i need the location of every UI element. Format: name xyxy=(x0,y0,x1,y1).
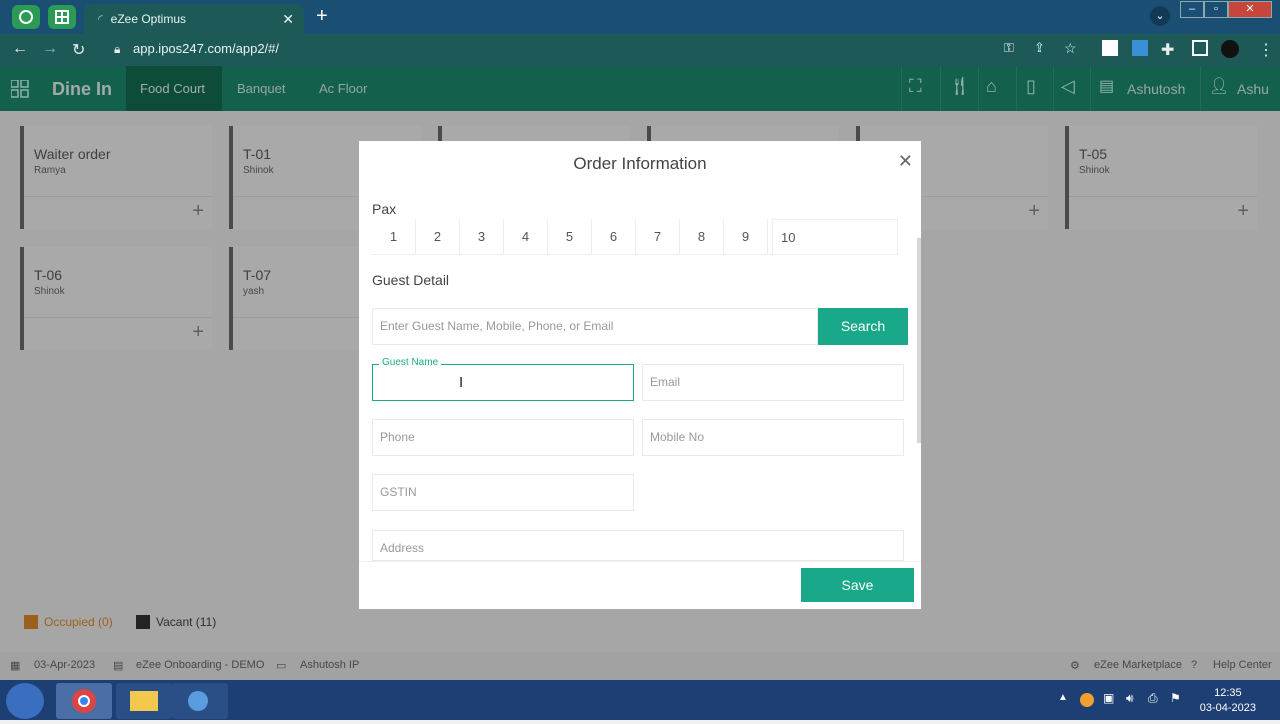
pax-option[interactable]: 8 xyxy=(680,219,724,255)
sidepanel-icon[interactable] xyxy=(1192,40,1208,56)
browser-menu-icon[interactable]: ⋮ xyxy=(1258,40,1274,60)
pax-option[interactable]: 1 xyxy=(372,219,416,255)
pax-option[interactable]: 6 xyxy=(592,219,636,255)
tray-arrow-icon[interactable]: ▲ xyxy=(1058,692,1068,703)
system-clock[interactable]: 12:35 03-04-2023 xyxy=(1200,686,1256,716)
reload-icon[interactable]: ↻ xyxy=(72,40,85,60)
pax-option[interactable]: 2 xyxy=(416,219,460,255)
tray-app-icon[interactable] xyxy=(1080,693,1094,707)
flag-icon[interactable]: ⚑ xyxy=(1170,691,1181,705)
email-field[interactable]: Email xyxy=(642,364,904,401)
key-icon[interactable]: ⚿ xyxy=(1004,40,1014,56)
text-cursor-icon: I xyxy=(459,374,464,391)
save-button[interactable]: Save xyxy=(801,568,914,602)
pinned-tab-2[interactable] xyxy=(48,5,76,29)
order-information-modal: Order Information ✕ Pax 1 2 3 4 5 6 7 8 … xyxy=(359,141,921,609)
lock-icon: 🔒︎ xyxy=(114,42,121,56)
window-controls: – ▫ ✕ xyxy=(1180,1,1272,19)
gstin-field[interactable]: GSTIN xyxy=(372,474,634,511)
clock-time: 12:35 xyxy=(1214,687,1242,699)
pax-option[interactable]: 3 xyxy=(460,219,504,255)
guest-name-label: Guest Name xyxy=(379,357,442,368)
new-tab-button[interactable]: + xyxy=(316,6,328,26)
modal-backdrop-header[interactable] xyxy=(0,66,1280,111)
chrome-taskbar-icon[interactable] xyxy=(56,683,112,719)
explorer-taskbar-icon[interactable] xyxy=(116,683,172,719)
clock-date: 03-04-2023 xyxy=(1199,702,1256,714)
modal-footer-divider xyxy=(359,561,921,562)
bookmark-star-icon[interactable]: ☆ xyxy=(1064,40,1077,57)
address-field[interactable]: Address xyxy=(372,530,904,561)
close-icon[interactable]: ✕ xyxy=(898,151,913,172)
back-icon[interactable]: ← xyxy=(12,40,28,58)
qr-extension-icon[interactable] xyxy=(1102,40,1118,56)
printer-icon[interactable]: ⎙ xyxy=(1148,691,1158,706)
pax-selector: 1 2 3 4 5 6 7 8 9 10 xyxy=(372,219,898,255)
start-button[interactable] xyxy=(6,683,44,719)
pax-option[interactable]: 5 xyxy=(548,219,592,255)
media-taskbar-icon[interactable] xyxy=(172,683,228,719)
headset-icon xyxy=(19,10,33,24)
download-extension-icon[interactable] xyxy=(1132,40,1148,56)
tab-ezee-optimus[interactable]: ◜ eZee Optimus ✕ xyxy=(84,4,304,34)
search-button[interactable]: Search xyxy=(818,308,908,345)
modal-scrollbar[interactable] xyxy=(917,238,921,443)
phone-field[interactable]: Phone xyxy=(372,419,634,456)
pax-label: Pax xyxy=(372,201,397,217)
pax-option[interactable]: 4 xyxy=(504,219,548,255)
close-window-icon[interactable]: ✕ xyxy=(1228,1,1272,18)
close-tab-icon[interactable]: ✕ xyxy=(282,11,294,28)
pax-option[interactable]: 9 xyxy=(724,219,768,255)
pax-option[interactable]: 7 xyxy=(636,219,680,255)
guest-name-input[interactable] xyxy=(372,364,634,401)
mobile-field[interactable]: Mobile No xyxy=(642,419,904,456)
pinned-tab-1[interactable] xyxy=(12,5,40,29)
pax-input[interactable]: 10 xyxy=(772,219,898,255)
guest-detail-label: Guest Detail xyxy=(372,272,450,288)
sheet-icon xyxy=(55,10,69,24)
maximize-icon[interactable]: ▫ xyxy=(1204,1,1228,18)
minimize-icon[interactable]: – xyxy=(1180,1,1204,18)
url-text[interactable]: app.ipos247.com/app2/#/ xyxy=(133,41,279,56)
share-icon[interactable]: ⇪ xyxy=(1034,40,1045,56)
loading-icon: ◜ xyxy=(98,12,103,26)
volume-icon[interactable]: 🔊︎ xyxy=(1126,691,1134,706)
extensions-puzzle-icon[interactable]: ✚ xyxy=(1161,40,1174,60)
profile-avatar[interactable] xyxy=(1221,40,1239,58)
tab-title: eZee Optimus xyxy=(110,12,187,26)
tab-search-icon[interactable]: ⌄ xyxy=(1150,6,1170,26)
network-icon[interactable]: ▣ xyxy=(1103,691,1114,705)
forward-icon[interactable]: → xyxy=(42,40,58,58)
guest-search-input[interactable]: Enter Guest Name, Mobile, Phone, or Emai… xyxy=(372,308,818,345)
modal-title: Order Information xyxy=(573,154,707,173)
